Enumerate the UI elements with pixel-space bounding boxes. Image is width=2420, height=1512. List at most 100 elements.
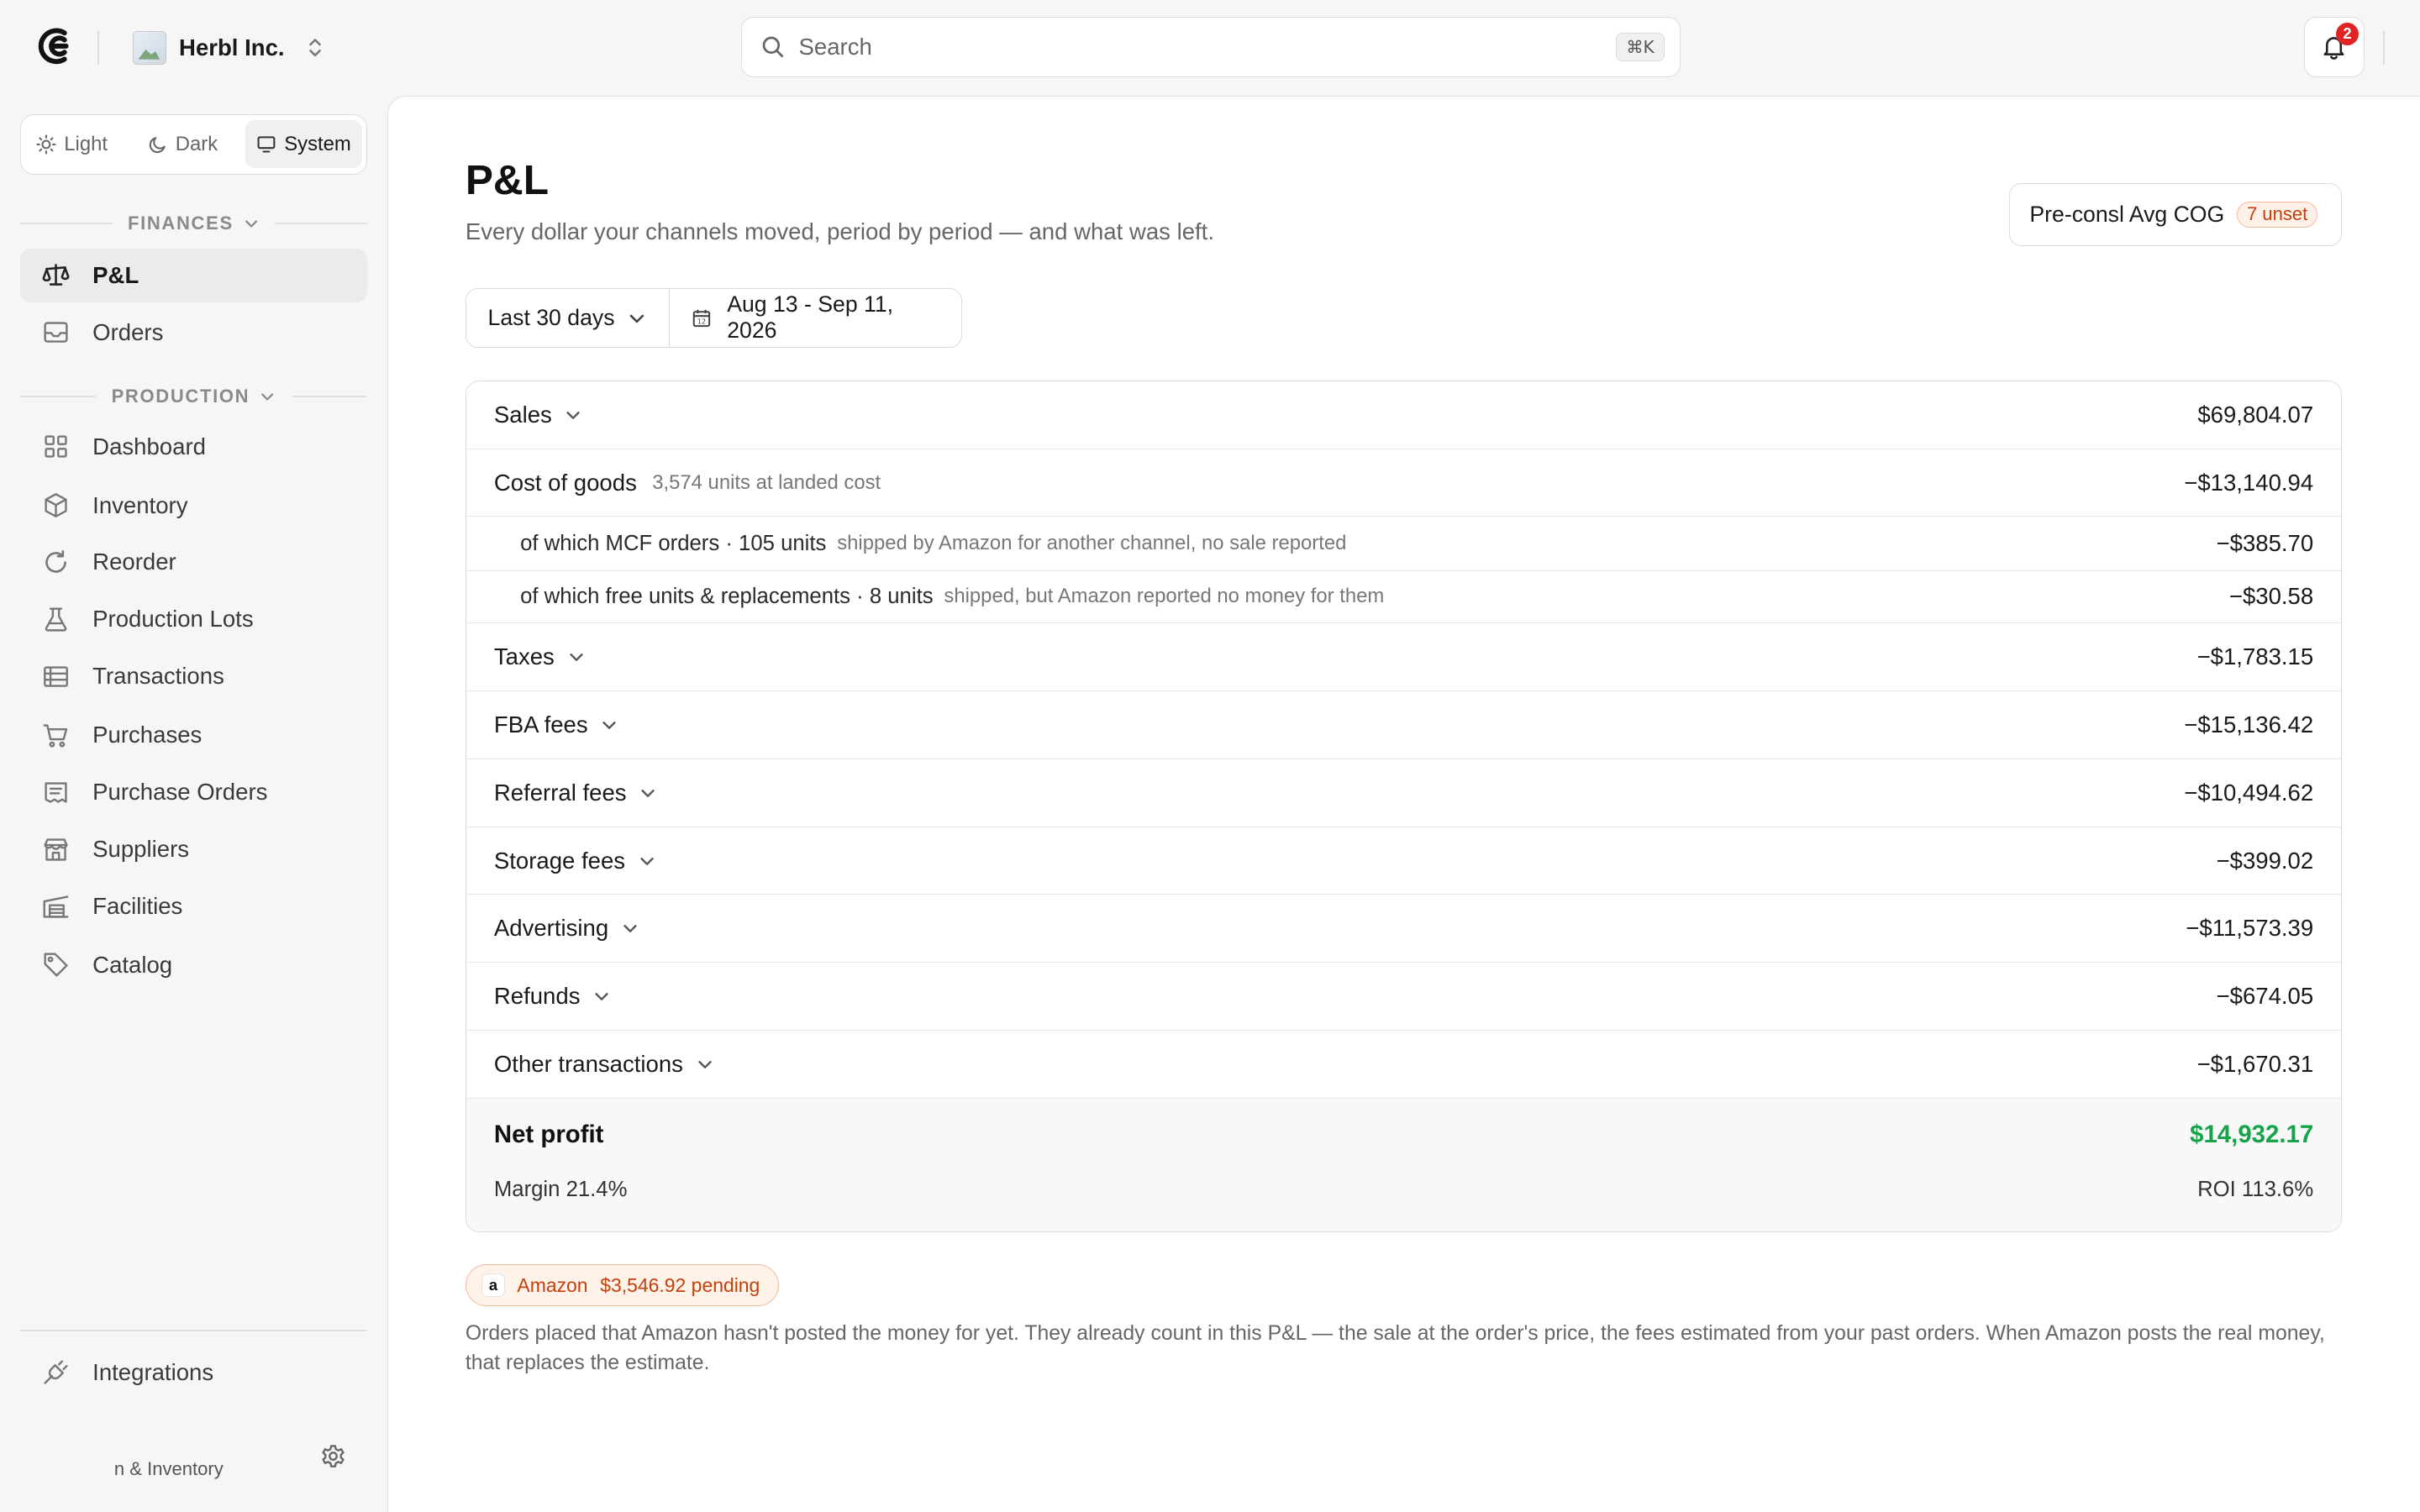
divider — [97, 30, 99, 66]
search-icon — [762, 36, 783, 58]
notifications-button[interactable]: 2 — [2304, 17, 2365, 77]
page-title: P&L — [465, 155, 549, 203]
row-label: Sales — [493, 401, 552, 428]
refresh-icon — [45, 549, 66, 573]
sidebar-item-dashboard[interactable]: Dashboard — [20, 420, 367, 474]
sidebar-item-purchase-orders[interactable]: Purchase Orders — [20, 765, 367, 819]
sidebar-item-label: P&L — [92, 261, 139, 288]
row-value: −$15,136.42 — [2184, 711, 2314, 738]
sidebar-item-purchases[interactable]: Purchases — [20, 708, 367, 762]
sidebar-item-integrations[interactable]: Integrations — [20, 1346, 367, 1399]
chevron-down-icon — [698, 1061, 712, 1068]
pl-subrow-free-units: of which free units & replacements · 8 u… — [466, 571, 2342, 624]
sidebar-item-orders[interactable]: Orders — [20, 306, 367, 360]
pl-row-other-transactions[interactable]: Other transactions −$1,670.31 — [466, 1031, 2342, 1099]
avg-cog-button[interactable]: Pre-consl Avg COG 7 unset — [2008, 182, 2343, 247]
tag-icon — [44, 953, 68, 977]
sidebar-item-transactions[interactable]: Transactions — [20, 649, 367, 703]
sidebar-item-production-lots[interactable]: Production Lots — [20, 592, 367, 646]
range-select[interactable]: Last 30 days — [466, 288, 671, 348]
roi-value: ROI 113.6% — [2197, 1177, 2314, 1201]
pl-row-fba-fees[interactable]: FBA fees −$15,136.42 — [466, 691, 2342, 759]
chevron-up-down-icon — [309, 39, 322, 57]
row-value: $69,804.07 — [2197, 401, 2314, 428]
date-range-picker[interactable]: 12 Aug 13 - Sep 11, 2026 — [670, 289, 961, 348]
sidebar-item-inventory[interactable]: Inventory — [20, 478, 367, 532]
pl-row-referral-fees[interactable]: Referral fees −$10,494.62 — [466, 759, 2342, 827]
sidebar-item-label: Production Lots — [92, 606, 254, 633]
flask-icon — [45, 607, 66, 632]
pl-row-refunds[interactable]: Refunds −$674.05 — [466, 963, 2342, 1032]
chevron-down-icon — [569, 654, 583, 661]
sidebar-item-label: Facilities — [92, 893, 183, 920]
amazon-pending-badge[interactable]: a Amazon $3,546.92 pending — [465, 1264, 780, 1306]
sidebar-item-facilities[interactable]: Facilities — [20, 879, 367, 933]
box-icon — [44, 493, 67, 517]
search-shortcut: ⌘K — [1616, 33, 1665, 61]
section-production-toggle[interactable]: PRODUCTION — [20, 383, 367, 411]
row-value: −$674.05 — [2216, 983, 2314, 1010]
theme-system-option[interactable]: System — [245, 120, 362, 169]
search-input[interactable] — [798, 34, 1617, 61]
amazon-icon: a — [481, 1273, 505, 1297]
sidebar-item-label: Reorder — [92, 549, 176, 575]
gear-icon[interactable] — [319, 1442, 347, 1470]
unset-count-badge: 7 unset — [2236, 201, 2318, 228]
sidebar-item-pl[interactable]: P&L — [19, 248, 368, 302]
org-name: Herbl Inc. — [179, 34, 285, 60]
divider — [19, 1330, 368, 1332]
date-range-value: Aug 13 - Sep 11, 2026 — [727, 291, 894, 344]
row-label: Referral fees — [493, 779, 627, 806]
chevron-down-icon — [261, 393, 274, 401]
net-profit-label: Net profit — [493, 1120, 604, 1148]
store-icon — [44, 837, 68, 861]
org-switcher[interactable]: Herbl Inc. — [132, 28, 324, 68]
row-label: Storage fees — [493, 847, 626, 874]
theme-dark-option[interactable]: Dark — [137, 120, 229, 168]
sidebar-footer-fade — [15, 1442, 112, 1489]
pl-subrow-mcf: of which MCF orders · 105 units shipped … — [466, 517, 2342, 571]
chevron-down-icon — [623, 925, 637, 933]
row-value: −$399.02 — [2216, 847, 2314, 874]
theme-system-label: System — [284, 132, 351, 155]
pl-row-taxes[interactable]: Taxes −$1,783.15 — [466, 623, 2342, 691]
pending-explanation: Orders placed that Amazon hasn't posted … — [465, 1321, 2325, 1375]
section-production-label: PRODUCTION — [111, 386, 250, 407]
date-filter: Last 30 days 12 Aug 13 - Sep 11, 2026 — [465, 287, 963, 349]
theme-dark-label: Dark — [175, 132, 218, 155]
grid-icon — [44, 435, 67, 458]
chevron-down-icon — [595, 993, 608, 1001]
search-bar[interactable]: ⌘K — [740, 17, 1681, 77]
top-bar: Herbl Inc. ⌘K 2 — [0, 0, 2420, 96]
net-profit-summary: Net profit $14,932.17 Margin 21.4% ROI 1… — [466, 1098, 2342, 1231]
sidebar-item-catalog[interactable]: Catalog — [20, 938, 367, 992]
pl-row-advertising[interactable]: Advertising −$11,573.39 — [466, 895, 2342, 963]
pl-row-sales[interactable]: Sales $69,804.07 — [466, 381, 2342, 449]
notification-count-badge: 2 — [2335, 22, 2360, 46]
svg-text:12: 12 — [697, 317, 707, 325]
row-label: of which MCF orders · 105 units — [520, 531, 827, 555]
main-panel: P&L Every dollar your channels moved, pe… — [387, 95, 2420, 1512]
app-logo-icon[interactable] — [34, 26, 74, 66]
section-finances-label: FINANCES — [127, 213, 234, 234]
row-note: 3,574 units at landed cost — [652, 470, 881, 494]
theme-light-option[interactable]: Light — [25, 120, 118, 168]
sidebar-item-label: Orders — [92, 318, 164, 345]
pending-amount: $3,546.92 pending — [600, 1273, 760, 1296]
chevron-down-icon — [566, 411, 581, 419]
row-note: shipped, but Amazon reported no money fo… — [944, 585, 1385, 608]
sidebar-item-label: Integrations — [92, 1358, 214, 1385]
sidebar: Light Dark System FINANCES P&L Orders PR… — [0, 96, 387, 1512]
chevron-down-icon — [602, 721, 616, 729]
section-finances-toggle[interactable]: FINANCES — [20, 210, 367, 238]
sidebar-item-reorder[interactable]: Reorder — [20, 535, 367, 589]
sidebar-item-label: Purchases — [92, 722, 203, 748]
chevron-down-icon — [629, 314, 644, 323]
plug-icon — [44, 1360, 68, 1384]
monitor-icon — [257, 136, 276, 153]
sidebar-item-label: Transactions — [92, 663, 224, 690]
sidebar-item-suppliers[interactable]: Suppliers — [20, 822, 367, 876]
inbox-icon — [44, 322, 68, 343]
pl-row-storage-fees[interactable]: Storage fees −$399.02 — [466, 827, 2342, 895]
calendar-icon: 12 — [692, 309, 711, 327]
